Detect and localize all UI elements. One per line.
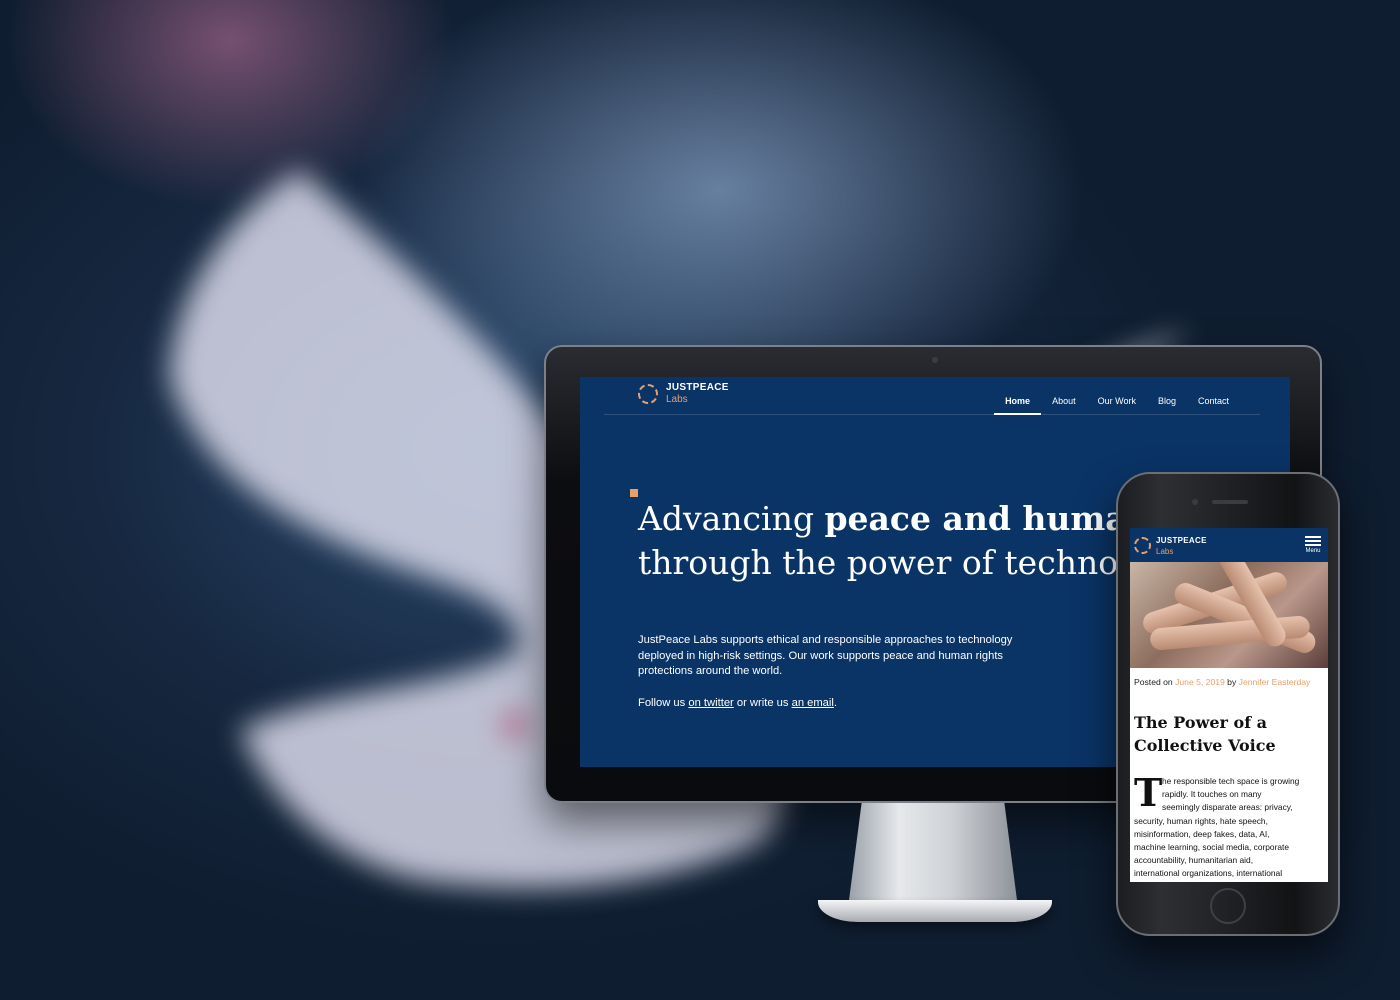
monitor-camera [932,357,938,363]
logo-ring-icon [638,384,658,404]
hero-follow-text: Follow us on twitter or write us an emai… [638,697,837,709]
hero-title-light: Advancing [638,499,825,538]
post-author-link[interactable]: Jennifer Easterday [1239,677,1311,687]
site-navbar: JUSTPEACE Labs Home About Our Work Blog … [604,377,1260,415]
hamburger-icon [1305,536,1321,538]
mobile-logo-subtitle: Labs [1156,547,1174,556]
hero-description: JustPeace Labs supports ethical and resp… [638,634,1013,677]
mobile-logo[interactable]: JUSTPEACE Labs [1134,535,1207,556]
hamburger-menu-button[interactable]: Menu [1304,534,1322,554]
nav-links: Home About Our Work Blog Contact [994,377,1240,415]
post-line: rapidly. It touches on many [1162,789,1262,800]
mobile-phone: JUSTPEACE Labs Menu Posted on June 5, 20… [1116,472,1340,936]
nav-about[interactable]: About [1041,377,1087,415]
nav-contact[interactable]: Contact [1187,377,1240,415]
site-logo[interactable]: JUSTPEACE Labs [638,382,729,406]
post-line: machine learning, social media, corporat… [1134,842,1290,853]
monitor-stand-base [818,900,1052,922]
monitor-stand-neck [848,803,1018,908]
post-line: he responsible tech space is growing [1162,776,1300,786]
nav-home[interactable]: Home [994,377,1042,415]
logo-title: JUSTPEACE [666,382,729,393]
follow-suffix: . [833,697,837,709]
post-line: international organizations, internation… [1134,868,1283,879]
post-line: misinformation, deep fakes, data, AI, [1134,828,1270,839]
mobile-screen: JUSTPEACE Labs Menu Posted on June 5, 20… [1130,528,1328,882]
post-line: accountability, humanitarian aid, [1134,855,1254,866]
hero-accent-square [630,489,638,497]
posted-on-label: Posted on [1134,677,1176,687]
follow-middle: or write us [733,697,792,709]
logo-subtitle: Labs [666,394,688,405]
post-featured-image [1130,562,1328,668]
menu-label: Menu [1305,548,1321,554]
email-link[interactable]: an email [792,697,834,709]
nav-blog[interactable]: Blog [1147,377,1187,415]
logo-ring-icon [1134,537,1151,554]
post-body: he responsible tech space is growing rap… [1134,775,1326,881]
twitter-link[interactable]: on twitter [688,697,733,709]
post-by-label: by [1224,677,1239,687]
phone-home-button[interactable] [1210,888,1246,924]
phone-camera [1192,499,1198,505]
post-line: seemingly disparate areas: privacy, [1162,802,1293,813]
mobile-header: JUSTPEACE Labs Menu [1130,528,1328,562]
hero-title-bold: peace and human [824,499,1151,538]
follow-prefix: Follow us [638,697,689,709]
post-date-link[interactable]: June 5, 2019 [1175,677,1225,687]
post-title[interactable]: The Power of a Collective Voice [1134,712,1324,757]
hero-title-line2: through the power of technolo [638,543,1149,582]
post-meta: Posted on June 5, 2019 by Jennifer Easte… [1134,676,1324,689]
nav-our-work[interactable]: Our Work [1087,377,1147,415]
phone-speaker [1212,500,1248,504]
post-line: security, human rights, hate speech, [1134,815,1268,826]
mobile-logo-title: JUSTPEACE [1156,536,1207,545]
